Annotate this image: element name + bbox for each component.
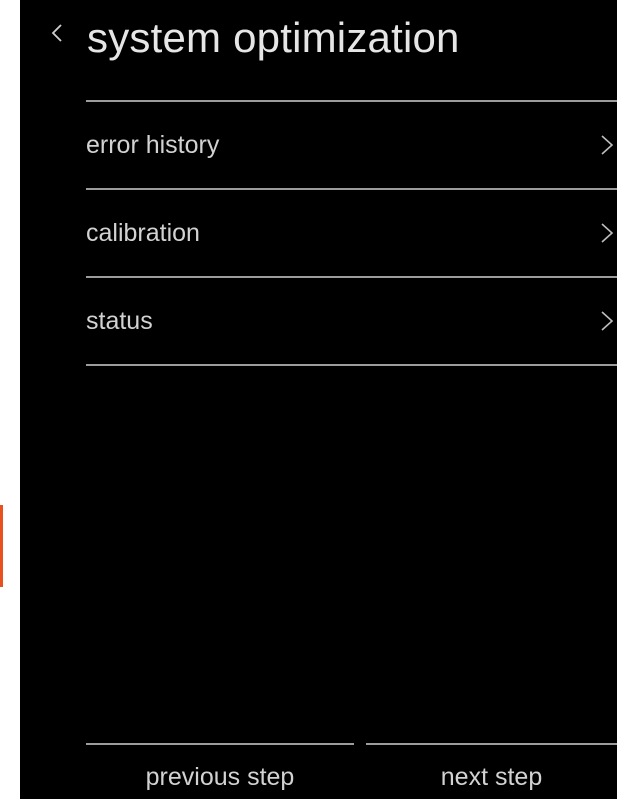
menu-item-label: status xyxy=(86,307,153,335)
menu-item-label: error history xyxy=(86,131,220,159)
device-screen: system optimization error history calibr… xyxy=(20,0,617,799)
menu-item-label: calibration xyxy=(86,219,200,247)
chevron-right-icon xyxy=(600,310,614,332)
chevron-right-icon xyxy=(600,222,614,244)
page-title: system optimization xyxy=(87,14,460,61)
footer-divider-left xyxy=(86,743,354,745)
back-button[interactable] xyxy=(44,18,70,48)
chevron-right-icon xyxy=(600,134,614,156)
footer-divider-right xyxy=(366,743,617,745)
side-accent-bar xyxy=(0,505,3,587)
divider xyxy=(86,364,617,366)
previous-step-button[interactable]: previous step xyxy=(86,753,354,799)
footer-nav: previous step next step xyxy=(86,743,617,799)
next-step-button[interactable]: next step xyxy=(366,753,617,799)
chevron-left-icon xyxy=(51,23,63,43)
menu-item-error-history[interactable]: error history xyxy=(86,102,617,188)
menu-item-status[interactable]: status xyxy=(86,278,617,364)
menu-list: error history calibration status xyxy=(86,100,617,366)
menu-item-calibration[interactable]: calibration xyxy=(86,190,617,276)
